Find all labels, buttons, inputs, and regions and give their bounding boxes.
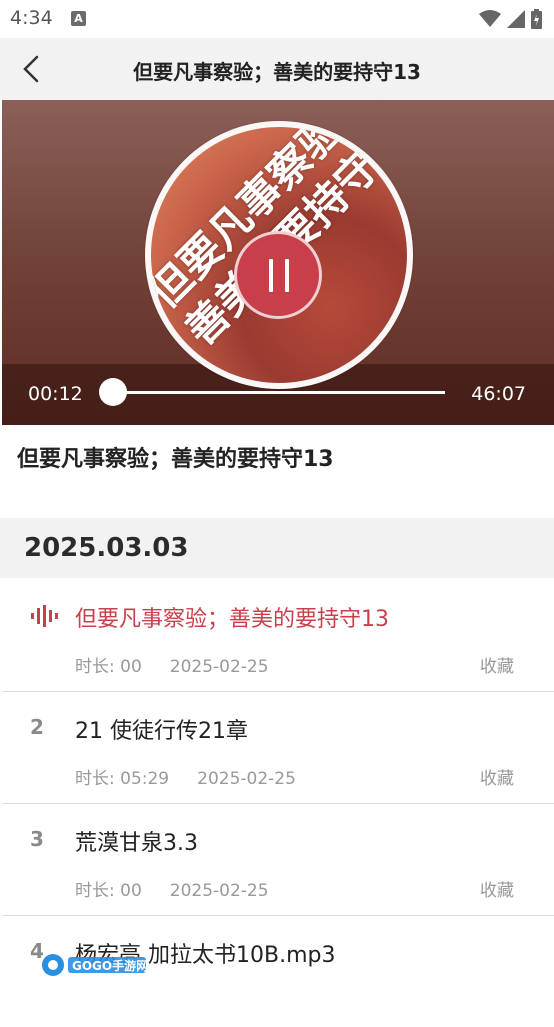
chevron-left-icon [23,55,39,83]
pause-icon-bar-right [285,259,289,292]
track-title: 但要凡事察验；善美的要持守13 [17,447,334,472]
audio-player: 但要凡事察验 善美的要持守 00:12 46:07 [2,100,554,425]
now-playing-icon [31,605,58,627]
playlist-item-date: 2025-02-25 [197,769,296,789]
watermark-logo: GOGO手游网 [42,954,148,976]
battery-charging-icon [531,9,542,29]
playlist-item-meta: 时长: 05:29 2025-02-25 [75,764,296,789]
seek-bar[interactable] [112,391,445,394]
playlist-item[interactable]: 3 荒漠甘泉3.3 时长: 00 2025-02-25 收藏 [2,803,554,916]
signal-icon [507,10,525,28]
notification-a-icon: A [71,11,86,26]
playlist-item-meta: 时长: 00 2025-02-25 [75,652,269,677]
playlist-date-header: 2025.03.03 [0,518,554,578]
watermark-text: GOGO手游网 [72,958,148,973]
status-bar: 4:34 A [0,0,554,38]
status-icons [479,8,542,30]
playlist-item-title: 21 使徒行传21章 [75,719,248,744]
playlist-item-index: 2 [30,715,44,739]
playlist-item-meta: 时长: 00 2025-02-25 [75,876,269,901]
pause-button[interactable] [234,231,322,319]
playlist-item-date: 2025-02-25 [169,657,269,677]
playlist-date: 2025.03.03 [24,533,189,563]
favorite-button[interactable]: 收藏 [480,876,514,901]
favorite-button[interactable]: 收藏 [480,652,514,677]
back-button[interactable] [16,52,50,86]
playlist-item[interactable]: 2 21 使徒行传21章 时长: 05:29 2025-02-25 收藏 [2,691,554,804]
playlist-item-title: 但要凡事察验；善美的要持守13 [75,607,389,632]
page-title: 但要凡事察验；善美的要持守13 [133,60,421,84]
playlist-item-index: 3 [30,827,44,851]
pause-icon-bar-left [269,259,273,292]
total-time: 46:07 [471,383,526,405]
current-time: 00:12 [28,383,83,405]
playlist-item-duration: 时长: 00 [75,657,142,677]
playlist-item-duration: 时长: 05:29 [75,769,170,789]
playlist-item-duration: 时长: 00 [75,881,142,901]
status-time: 4:34 [10,7,53,29]
playlist-item[interactable]: 但要凡事察验；善美的要持守13 时长: 00 2025-02-25 收藏 [2,579,554,692]
wifi-icon [479,10,501,27]
nav-bar: 但要凡事察验；善美的要持守13 [0,38,554,100]
playlist-item-date: 2025-02-25 [169,881,269,901]
playlist-item-title: 荒漠甘泉3.3 [75,831,198,856]
favorite-button[interactable]: 收藏 [480,764,514,789]
